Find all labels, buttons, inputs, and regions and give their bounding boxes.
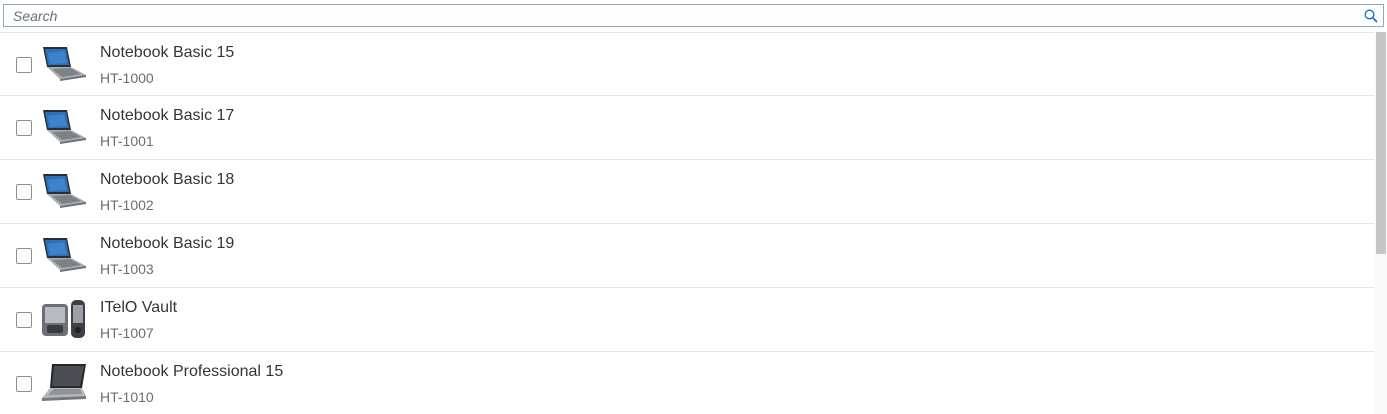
pda-device-icon	[40, 298, 88, 342]
search-bar	[0, 0, 1387, 34]
search-input[interactable]	[4, 5, 1354, 26]
list-item[interactable]: Notebook Basic 18 HT-1002	[0, 160, 1374, 224]
select-checkbox[interactable]	[16, 312, 32, 328]
select-checkbox[interactable]	[16, 248, 32, 264]
item-title: ITelO Vault	[100, 299, 178, 316]
notebook-basic-icon	[40, 234, 88, 278]
product-list: Notebook Basic 15 HT-1000 Notebook Basic…	[0, 32, 1374, 414]
search-icon[interactable]	[1362, 7, 1380, 25]
item-title: Notebook Professional 15	[100, 363, 284, 380]
select-checkbox[interactable]	[16, 376, 32, 392]
search-field[interactable]	[3, 4, 1384, 27]
item-id: HT-1001	[100, 133, 154, 149]
select-checkbox[interactable]	[16, 184, 32, 200]
item-id: HT-1010	[100, 389, 154, 405]
notebook-professional-icon	[40, 362, 88, 406]
notebook-basic-icon	[40, 43, 88, 87]
select-checkbox[interactable]	[16, 57, 32, 73]
item-id: HT-1007	[100, 325, 154, 341]
item-title: Notebook Basic 19	[100, 235, 235, 252]
item-id: HT-1002	[100, 197, 154, 213]
notebook-basic-icon	[40, 106, 88, 150]
item-title: Notebook Basic 18	[100, 171, 235, 188]
item-title: Notebook Basic 15	[100, 44, 235, 61]
item-id: HT-1000	[100, 70, 154, 86]
scrollbar-thumb[interactable]	[1376, 32, 1386, 254]
list-item[interactable]: Notebook Basic 19 HT-1003	[0, 224, 1374, 288]
item-title: Notebook Basic 17	[100, 107, 235, 124]
item-id: HT-1003	[100, 261, 154, 277]
list-item[interactable]: Notebook Professional 15 HT-1010	[0, 352, 1374, 414]
list-item[interactable]: Notebook Basic 15 HT-1000	[0, 32, 1374, 96]
scrollbar[interactable]	[1374, 32, 1387, 414]
list-item[interactable]: Notebook Basic 17 HT-1001	[0, 96, 1374, 160]
notebook-basic-icon	[40, 170, 88, 214]
list-item[interactable]: ITelO Vault HT-1007	[0, 288, 1374, 352]
select-checkbox[interactable]	[16, 120, 32, 136]
